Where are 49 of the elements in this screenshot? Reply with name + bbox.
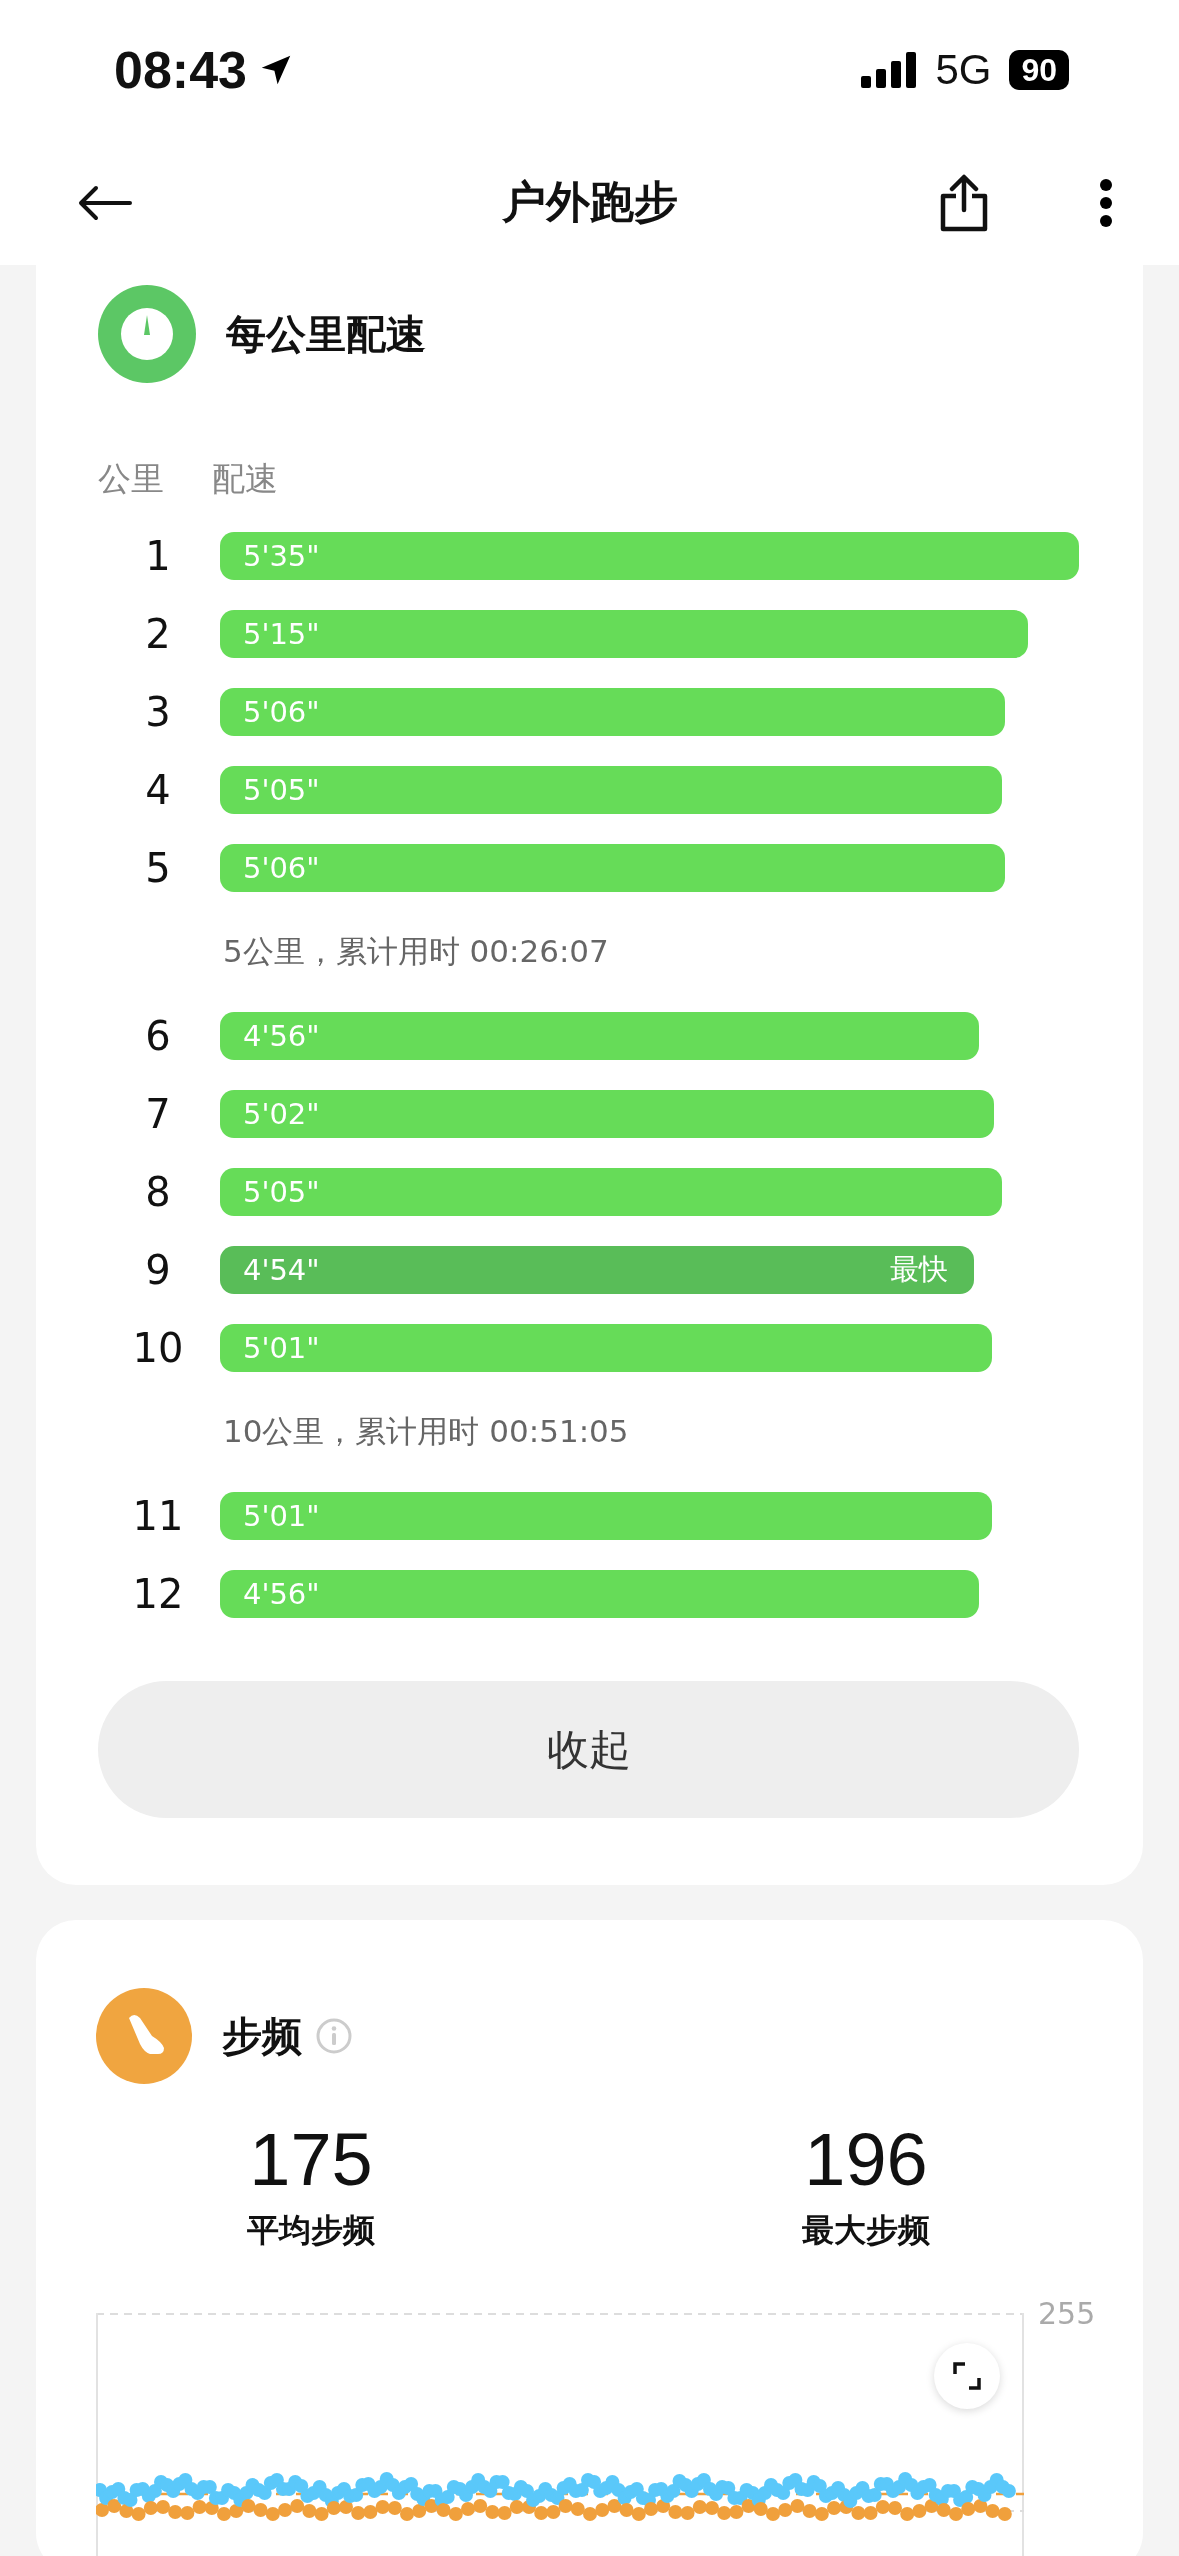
km-number: 12 (131, 1571, 185, 1617)
km-number: 11 (131, 1493, 185, 1539)
pace-value: 5'06" (243, 851, 320, 885)
pace-value: 5'06" (243, 695, 320, 729)
km-number: 1 (144, 533, 172, 579)
stat-label: 最大步频 (802, 2210, 930, 2251)
expand-button[interactable] (934, 2343, 1000, 2409)
cumulative-time-note: 5公里，累计用时 00:26:07 (223, 932, 609, 971)
card-title: 每公里配速 (226, 309, 426, 359)
stat-value: 175 (249, 2120, 373, 2200)
pace-value: 4'54" (243, 1253, 320, 1287)
pace-value: 5'35" (243, 539, 320, 573)
stat-value: 196 (804, 2120, 928, 2200)
km-number: 2 (144, 611, 172, 657)
expand-icon (952, 2361, 982, 2391)
axis-label: 255 (1038, 2302, 1096, 2333)
more-icon[interactable] (1099, 178, 1113, 227)
shoe-icon (96, 1988, 192, 2084)
km-number: 6 (144, 1013, 172, 1059)
back-arrow-icon[interactable] (78, 184, 132, 221)
stat-label: 平均步频 (247, 2210, 375, 2251)
km-number: 9 (144, 1247, 172, 1293)
pace-value: 5'05" (243, 773, 320, 807)
cumulative-time-note: 10公里，累计用时 00:51:05 (223, 1412, 629, 1451)
pace-value: 4'56" (243, 1577, 320, 1611)
pace-value: 5'15" (243, 617, 320, 651)
km-number: 8 (144, 1169, 172, 1215)
collapse-button[interactable]: 收起 (98, 1681, 1079, 1818)
battery-level: 90 (1009, 50, 1069, 90)
network-label: 5G (935, 46, 992, 94)
km-number: 3 (144, 689, 172, 735)
stopwatch-icon (98, 285, 196, 383)
pace-value: 5'05" (243, 1175, 320, 1209)
pace-value: 5'02" (243, 1097, 320, 1131)
km-number: 10 (131, 1325, 185, 1371)
status-time: 08:43 (114, 40, 247, 100)
card-title: 步频 (222, 2011, 302, 2061)
share-icon[interactable] (939, 173, 989, 232)
km-number: 5 (144, 845, 172, 891)
km-number: 4 (144, 767, 172, 813)
pace-value: 4'56" (243, 1019, 320, 1053)
pace-value: 5'01" (243, 1499, 320, 1533)
pace-value: 5'01" (243, 1331, 320, 1365)
fastest-label: 最快 (889, 1251, 948, 1288)
signal-icon (861, 52, 918, 88)
column-heading: 公里 (98, 457, 165, 500)
km-number: 7 (144, 1091, 172, 1137)
page-title: 户外跑步 (501, 175, 678, 229)
column-heading: 配速 (212, 457, 278, 500)
